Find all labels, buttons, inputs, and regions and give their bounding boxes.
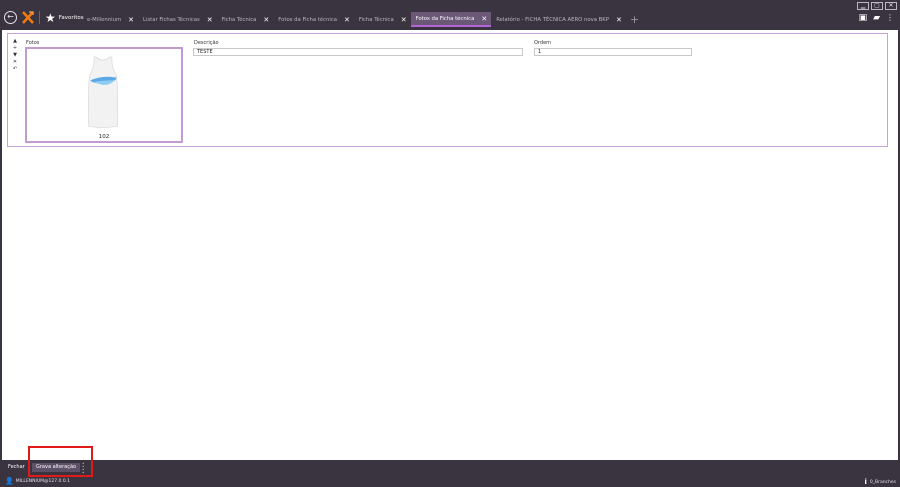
tab-ficha-tecnica-1[interactable]: Ficha Técnica ✕ xyxy=(217,12,274,27)
x-logo-icon[interactable] xyxy=(22,11,34,24)
description-input[interactable]: TESTE xyxy=(193,48,523,56)
record-toolbar: ▲ + ▼ ✕ ↶ xyxy=(10,39,20,72)
tab-strip: e-Millennium ✕ Listar Fichas Técnicas ✕ … xyxy=(82,12,639,27)
title-bar: ▁ ▢ ✕ ← ★ Favoritos e-Millennium ✕ Lista… xyxy=(0,0,900,30)
close-tab-icon[interactable]: ✕ xyxy=(344,16,350,24)
photo-thumbnail[interactable]: 102 xyxy=(25,47,183,143)
tank-top-image xyxy=(87,56,119,128)
tab-label: e-Millennium xyxy=(87,16,122,23)
insert-icon[interactable]: ▲ xyxy=(13,39,17,44)
photos-label: Fotos xyxy=(26,40,40,46)
delete-icon[interactable]: ✕ xyxy=(13,60,17,65)
close-tab-icon[interactable]: ✕ xyxy=(616,16,622,24)
tab-label: Listar Fichas Técnicas xyxy=(143,16,200,23)
back-arrow-icon[interactable]: ← xyxy=(4,11,17,24)
move-down-icon[interactable]: ▼ xyxy=(13,53,17,58)
close-tab-icon[interactable]: ✕ xyxy=(401,16,407,24)
photo-record-panel: ▲ + ▼ ✕ ↶ Fotos 102 Descrição TESTE Orde… xyxy=(7,33,888,147)
tab-relatorio[interactable]: Relatório - FICHA TÉCNICA AERO nova BKP … xyxy=(491,12,626,27)
highlight-box xyxy=(28,446,93,477)
favorites-label: Favoritos xyxy=(58,14,84,21)
tab-listar-fichas[interactable]: Listar Fichas Técnicas ✕ xyxy=(138,12,217,27)
branch-status[interactable]: i 0_Branches xyxy=(864,478,896,486)
add-icon[interactable]: + xyxy=(13,46,17,51)
description-label: Descrição xyxy=(194,40,219,46)
tab-label: Fotos da Ficha técnica xyxy=(415,15,475,22)
bottom-bar: Fechar Grava alteração • • • • 👤 MILLENNIUM… xyxy=(0,460,900,487)
tab-ficha-tecnica-2[interactable]: Ficha Técnica ✕ xyxy=(354,12,411,27)
tasks-icon[interactable]: ▣ xyxy=(859,13,868,23)
tab-e-millennium[interactable]: e-Millennium ✕ xyxy=(82,12,138,27)
close-tab-icon[interactable]: ✕ xyxy=(128,16,134,24)
chat-icon[interactable]: ▰ xyxy=(873,13,880,23)
close-tab-icon[interactable]: ✕ xyxy=(207,16,213,24)
toolbar-right: ▣ ▰ ⋮ xyxy=(859,13,894,23)
nav-separator xyxy=(39,11,40,24)
branch-label: 0_Branches xyxy=(869,479,896,485)
maximize-button[interactable]: ▢ xyxy=(871,2,883,10)
tab-fotos-ficha-1[interactable]: Fotos da Ficha técnica ✕ xyxy=(273,12,354,27)
user-icon: 👤 xyxy=(5,477,14,485)
user-label: MILLENNIUM@127.0.0.1 xyxy=(15,478,70,484)
close-tab-icon[interactable]: ✕ xyxy=(263,16,269,24)
app-window: ▁ ▢ ✕ ← ★ Favoritos e-Millennium ✕ Lista… xyxy=(0,0,900,487)
tab-label: Ficha Técnica xyxy=(358,16,394,23)
window-controls: ▁ ▢ ✕ xyxy=(857,2,897,10)
order-input[interactable]: 1 xyxy=(534,48,692,56)
close-tab-icon[interactable]: ✕ xyxy=(481,15,487,23)
tab-label: Relatório - FICHA TÉCNICA AERO nova BKP xyxy=(496,16,609,23)
info-icon: i xyxy=(864,478,867,486)
order-label: Ordem xyxy=(534,40,552,46)
add-tab-icon[interactable]: + xyxy=(630,14,639,25)
user-status: 👤 MILLENNIUM@127.0.0.1 xyxy=(5,477,70,485)
tab-fotos-ficha-active[interactable]: Fotos da Ficha técnica ✕ xyxy=(410,12,492,27)
star-icon: ★ xyxy=(45,10,56,25)
tab-label: Ficha Técnica xyxy=(221,16,257,23)
close-button[interactable]: Fechar xyxy=(4,463,29,472)
tab-label: Fotos da Ficha técnica xyxy=(278,16,338,23)
frame-left xyxy=(0,30,2,460)
close-window-button[interactable]: ✕ xyxy=(885,2,897,10)
more-vertical-icon[interactable]: ⋮ xyxy=(886,13,894,23)
minimize-button[interactable]: ▁ xyxy=(857,2,869,10)
photo-number: 102 xyxy=(98,134,110,140)
undo-icon[interactable]: ↶ xyxy=(13,67,17,72)
favorites-button[interactable]: ★ Favoritos xyxy=(45,12,84,24)
nav-left: ← ★ Favoritos xyxy=(4,11,84,24)
